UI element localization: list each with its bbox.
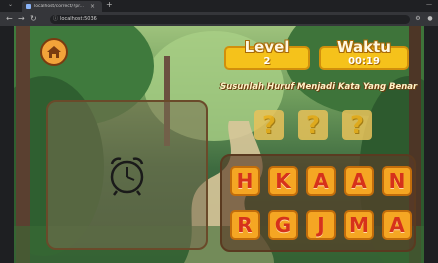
answer-slot[interactable]: ? (254, 110, 284, 140)
letter-tiles-panel: H K A A N R G J M A (220, 154, 416, 252)
letter-tile[interactable]: R (230, 210, 260, 240)
extension-icon[interactable]: ⚙ (414, 15, 422, 23)
tab-close-icon[interactable]: × (90, 3, 95, 10)
level-label: Level (244, 38, 290, 56)
letter-tile[interactable]: M (344, 210, 374, 240)
back-icon[interactable]: ← (6, 14, 13, 23)
letter-tile[interactable]: A (344, 166, 374, 196)
letter-tile[interactable]: K (268, 166, 298, 196)
instruction-text: Susunlah Huruf Menjadi Kata Yang Benar (220, 82, 418, 92)
url-input[interactable]: ⓘ localhost:5036 (50, 15, 410, 24)
answer-slot[interactable]: ? (298, 110, 328, 140)
letter-tile[interactable]: J (306, 210, 336, 240)
image-hint-panel (46, 100, 208, 250)
forward-icon[interactable]: → (18, 14, 25, 23)
level-box: Level 2 (224, 38, 310, 70)
window-controls[interactable]: — (426, 1, 432, 8)
letter-tile[interactable]: H (230, 166, 260, 196)
browser-tab-bar: ⌄ localhost/correct/?pr... × + — (0, 0, 438, 12)
alarm-clock-icon (110, 157, 144, 196)
new-tab-icon[interactable]: + (106, 0, 113, 9)
home-icon (47, 46, 61, 58)
answer-slot[interactable]: ? (342, 110, 372, 140)
game-viewport: Level 2 Waktu 00:19 Susunlah Huruf Menja… (14, 26, 424, 263)
browser-address-bar: ← → ↻ ⓘ localhost:5036 ⚙ ● (0, 12, 438, 26)
site-info-icon[interactable]: ⓘ (53, 15, 58, 24)
letter-tile[interactable]: A (382, 210, 412, 240)
letter-tile[interactable]: A (306, 166, 336, 196)
browser-tab[interactable]: localhost/correct/?pr... × (22, 1, 102, 12)
letter-tile[interactable]: N (382, 166, 412, 196)
level-value: 2 (263, 56, 271, 67)
tab-title: localhost/correct/?pr... (34, 4, 84, 9)
favicon-icon (26, 4, 31, 9)
reload-icon[interactable]: ↻ (30, 14, 37, 23)
time-value: 00:19 (348, 56, 380, 67)
home-button[interactable] (40, 38, 68, 66)
profile-icon[interactable]: ● (426, 15, 434, 23)
tab-list-icon[interactable]: ⌄ (8, 1, 13, 8)
url-text: localhost:5036 (60, 16, 97, 22)
letter-tile[interactable]: G (268, 210, 298, 240)
time-label: Waktu (337, 38, 391, 56)
time-box: Waktu 00:19 (319, 38, 409, 70)
